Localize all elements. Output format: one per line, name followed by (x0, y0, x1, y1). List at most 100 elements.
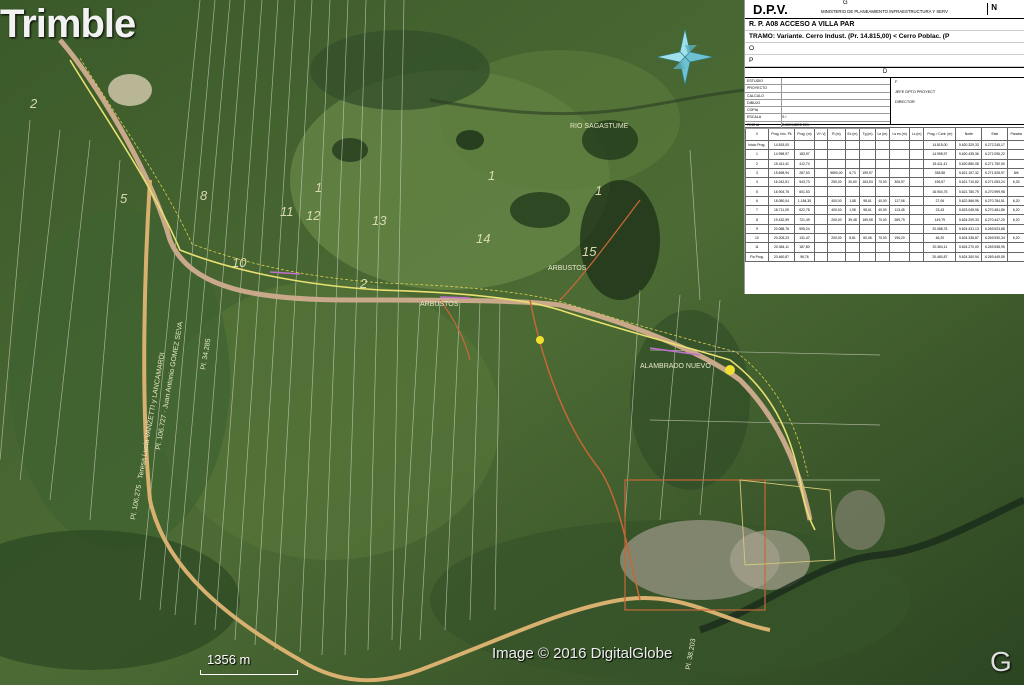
table-cell (827, 149, 846, 160)
table-cell (889, 251, 910, 262)
table-cell (908, 205, 925, 216)
table-body: Inicio Prog. 14.815,00 14.815,00 5.620.329,… (745, 139, 1024, 262)
table-cell: 1,98 (844, 205, 861, 216)
table-cell: 543,73 (794, 177, 815, 188)
parcel-number: 8 (200, 188, 208, 203)
table-cell (844, 186, 861, 197)
sign-label: ESCALA (747, 114, 782, 121)
table-header-cell: Ex (m) (844, 127, 861, 141)
table-cell (859, 242, 876, 253)
table-cell: 6.270.999,98 (981, 186, 1009, 197)
table-cell (813, 205, 829, 216)
table-cell: 98,61 (859, 205, 876, 216)
table-cell: 40,00 (874, 195, 891, 207)
north-mark: N (987, 3, 997, 15)
table-cell: 5.621.780,75 (955, 186, 983, 197)
table-header-cell: Lc (m) (908, 127, 925, 141)
trimble-logo: Trimble (0, 2, 136, 46)
sign-label: COPIA (747, 107, 782, 114)
table-header-cell: Parcela (1007, 127, 1024, 141)
table-header-cell: Prog. / Cont. (m) (923, 127, 957, 141)
table-cell: 15.411,41 (767, 158, 796, 169)
table-cell: 6,20 (1007, 232, 1024, 244)
map-label: ARBUSTOS (548, 265, 587, 272)
table-cell (813, 177, 829, 188)
table-cell (1007, 158, 1024, 169)
table-cell (908, 167, 925, 179)
table-cell: 5.620.435,36 (955, 149, 983, 160)
table-cell: 14.815,00 (923, 139, 957, 151)
table-cell: 196,20 (889, 232, 910, 244)
table-cell (813, 195, 829, 207)
table-cell: 6.270.784,51 (981, 195, 1009, 207)
table-cell (827, 223, 846, 234)
table-cell: 6.271.528,97 (981, 167, 1009, 179)
ministry-name: MINISTERIO DE PLANEAMIENTO INFRAESTRUCTU… (821, 9, 948, 14)
table-cell: 250,00 (827, 177, 846, 188)
tramo-line: TRAMO: Variante. Cerro Indust. (Pr. 14.8… (745, 31, 1024, 43)
table-cell: 6,20 (1007, 205, 1024, 216)
sign-label: DIBUJO (747, 99, 782, 107)
table-cell: 6.270.481,86 (981, 205, 1009, 216)
parcel-number: 2 (29, 96, 38, 111)
table-cell (908, 242, 925, 253)
table-cell (844, 242, 861, 253)
table-cell (908, 186, 925, 197)
map-label: ALAMBRADO NUEVO (640, 363, 711, 370)
table-cell: 196,97 (923, 177, 957, 188)
table-cell: 2 (745, 158, 769, 169)
table-cell (908, 251, 925, 262)
table-cell (908, 139, 925, 151)
table-cell (908, 149, 925, 160)
sign-label: FECHA (747, 121, 782, 129)
table-cell: 40,00 (874, 205, 891, 216)
organization-name: D.P.V. (753, 2, 788, 17)
table-cell: 400,00 (827, 205, 846, 216)
table-cell (874, 167, 891, 179)
title-line-o: O (745, 43, 1024, 55)
sign-value: DICIEMBRE 201 (782, 122, 809, 127)
table-header-cell: Tg (m) (859, 127, 876, 141)
table-cell: 4 (745, 177, 769, 188)
table-header-cell: Prog. Inic. Pk (767, 127, 796, 141)
table-cell (908, 223, 925, 234)
table-cell (874, 251, 891, 262)
parcel-number: 1 (595, 183, 602, 198)
table-cell: 14.998,97 (767, 149, 796, 160)
table-header-cell: R (m) (827, 127, 846, 141)
sign-label: PROYECTO (747, 85, 782, 92)
table-cell (889, 242, 910, 253)
table-cell (1007, 186, 1024, 197)
sign-row: COPIA (745, 107, 890, 115)
table-row: 11 20.364,11 187,80 20.364,11 5.624.270,00 6.… (745, 242, 1024, 253)
table-cell (889, 158, 910, 169)
table-row: 8 19.432,99 721,49 200,00 39,48 169,98 70,00 28… (745, 214, 1024, 225)
table-cell: 622,78 (794, 205, 815, 216)
table-cell (1007, 149, 1024, 160)
sign-row: DIBUJO (745, 99, 890, 108)
table-cell: 3 (745, 167, 769, 179)
table-cell: 6.269.930,34 (981, 232, 1009, 244)
sign-value: S / (782, 115, 787, 120)
map-label: ARBUSTOS (420, 301, 459, 308)
table-cell: 5 (745, 186, 769, 197)
table-cell (859, 186, 876, 197)
table-cell: 9 (745, 223, 769, 234)
table-cell: 20.088,76 (767, 223, 796, 234)
table-cell: 6.269.538,95 (981, 242, 1009, 253)
parcel-number: 1 (315, 180, 322, 195)
imagery-copyright: Image © 2016 DigitalGlobe (492, 645, 673, 662)
table-cell: 46,20 (923, 232, 957, 244)
table-cell: 16.904,75 (767, 186, 796, 197)
table-cell (908, 195, 925, 207)
table-cell: 19.432,99 (767, 214, 796, 225)
table-cell (813, 223, 829, 234)
title-block-header: D.P.V. G MINISTERIO DE PLANEAMIENTO INFR… (745, 0, 1024, 19)
sign-label: CALCULO (747, 92, 782, 99)
table-cell: 6 (745, 195, 769, 207)
table-cell: 113,45 (889, 205, 910, 216)
table-cell: 20.364,11 (767, 242, 796, 253)
parcel-number: 5 (120, 191, 128, 206)
signature-fields: ESTUDIO PROYECTO CALCULO DIBUJO COPIA ES… (745, 78, 891, 130)
table-cell (874, 186, 891, 197)
